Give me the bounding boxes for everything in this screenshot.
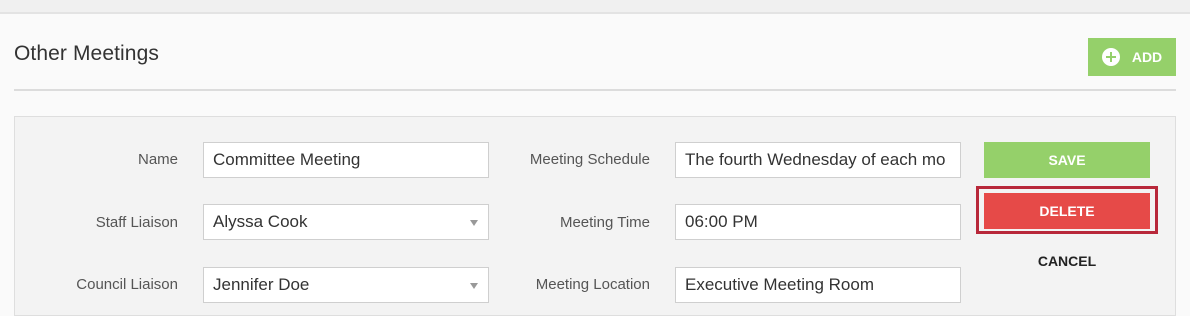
council-liaison-value: Jennifer Doe — [213, 275, 310, 294]
delete-button[interactable]: DELETE — [984, 193, 1150, 229]
add-button[interactable]: ADD — [1088, 38, 1176, 76]
staff-liaison-select[interactable]: Alyssa Cook — [203, 204, 489, 240]
meeting-time-label: Meeting Time — [559, 214, 650, 231]
council-liaison-select[interactable]: Jennifer Doe — [203, 267, 489, 303]
top-bar — [0, 0, 1190, 14]
cancel-button[interactable]: CANCEL — [984, 250, 1150, 272]
plus-circle-icon — [1101, 48, 1120, 66]
section-title: Other Meetings — [14, 42, 159, 65]
council-liaison-label: Council Liaison — [76, 276, 178, 293]
meeting-schedule-input[interactable]: The fourth Wednesday of each mo — [675, 142, 961, 178]
name-input[interactable]: Committee Meeting — [203, 142, 489, 178]
staff-liaison-label: Staff Liaison — [95, 214, 178, 231]
save-button[interactable]: SAVE — [984, 142, 1150, 178]
staff-liaison-value: Alyssa Cook — [213, 212, 308, 231]
add-button-label: ADD — [1131, 49, 1163, 65]
meeting-location-input[interactable]: Executive Meeting Room — [675, 267, 961, 303]
meeting-location-label: Meeting Location — [535, 276, 650, 293]
meeting-time-input[interactable]: 06:00 PM — [675, 204, 961, 240]
meeting-schedule-label: Meeting Schedule — [529, 151, 650, 168]
section-divider — [14, 89, 1176, 91]
name-label: Name — [137, 151, 178, 168]
